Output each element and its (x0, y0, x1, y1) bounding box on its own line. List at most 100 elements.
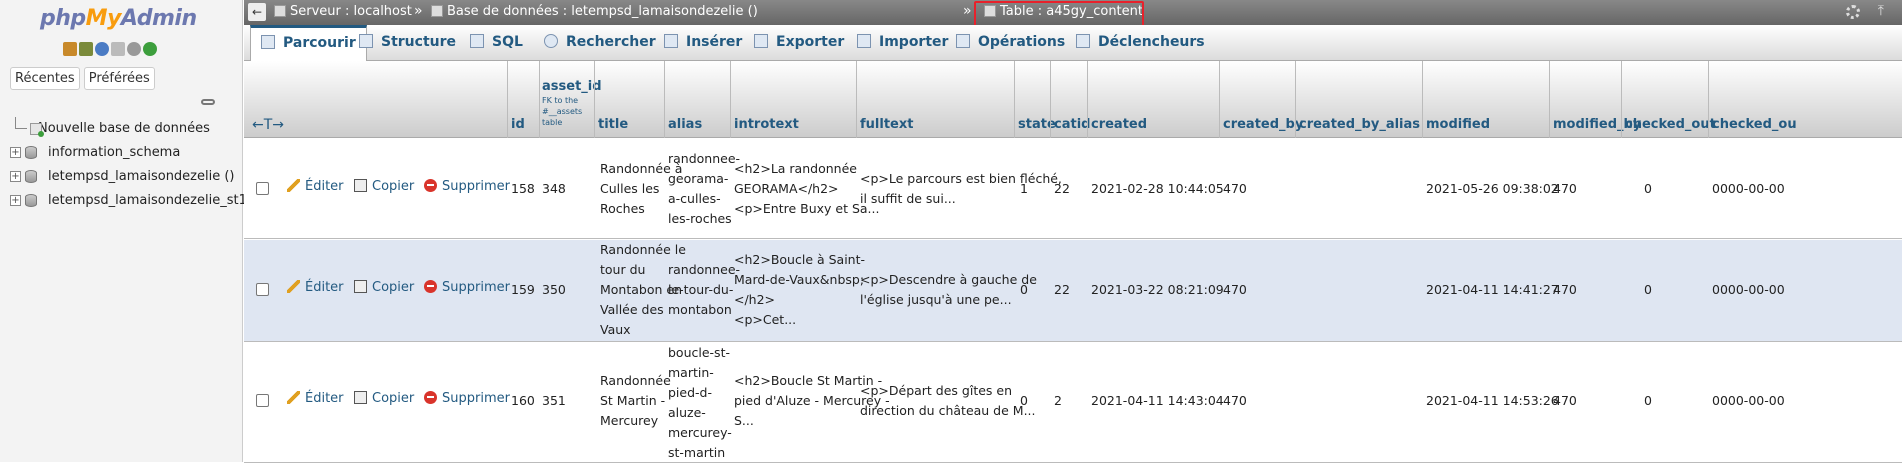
cell-created[interactable]: 2021-03-22 08:21:09 (1091, 280, 1224, 300)
row-checkbox[interactable] (256, 283, 269, 296)
reload-icon[interactable] (143, 42, 157, 56)
cell-checked-out-time[interactable]: 0000-00-00 (1712, 280, 1785, 300)
cell-id[interactable]: 158 (511, 179, 535, 199)
copy-button[interactable]: Copier (354, 280, 414, 295)
cell-checked-out[interactable]: 0 (1644, 179, 1652, 199)
delete-button[interactable]: Supprimer (424, 179, 510, 194)
cell-modified[interactable]: 2021-04-11 14:53:26 (1426, 391, 1559, 411)
cell-catid[interactable]: 2 (1054, 391, 1062, 411)
column-header-checked-out[interactable]: checked_out (1625, 117, 1716, 132)
cell-state[interactable]: 1 (1020, 179, 1028, 199)
column-header-created-by[interactable]: created_by (1223, 117, 1303, 132)
column-header-title[interactable]: title (598, 117, 628, 132)
settings-icon[interactable] (127, 42, 141, 56)
cell-fulltext[interactable]: <p>Départ des gîtes en direction du chât… (860, 381, 1036, 421)
edit-button[interactable]: Éditer (287, 391, 344, 406)
tree-item-letempsd-st1[interactable]: + letempsd_lamaisondezelie_st1 () (10, 189, 261, 213)
tab-search[interactable]: Rechercher (544, 25, 656, 61)
cell-modified-by[interactable]: 470 (1553, 280, 1577, 300)
cell-modified-by[interactable]: 470 (1553, 179, 1577, 199)
tree-item-information-schema[interactable]: + information_schema (10, 141, 261, 165)
row-checkbox[interactable] (256, 394, 269, 407)
cell-state[interactable]: 0 (1020, 391, 1028, 411)
cell-created-by[interactable]: 470 (1223, 179, 1247, 199)
link-icon[interactable] (201, 99, 215, 105)
cell-checked-out[interactable]: 0 (1644, 280, 1652, 300)
delete-button[interactable]: Supprimer (424, 391, 510, 406)
copy-button[interactable]: Copier (354, 391, 414, 406)
cell-checked-out[interactable]: 0 (1644, 391, 1652, 411)
expand-icon[interactable]: + (10, 171, 21, 182)
cell-alias[interactable]: boucle-st- martin- pied-d- aluze- mercur… (668, 343, 732, 463)
cell-modified[interactable]: 2021-05-26 09:38:02 (1426, 179, 1559, 199)
breadcrumb-database[interactable]: Base de données : letempsd_lamaisondezel… (431, 4, 758, 19)
cell-id[interactable]: 159 (511, 280, 535, 300)
tree-item-label[interactable]: information_schema (48, 145, 180, 160)
tab-export[interactable]: Exporter (754, 25, 844, 61)
column-header-id[interactable]: id (511, 117, 525, 132)
cell-created[interactable]: 2021-04-11 14:43:04 (1091, 391, 1224, 411)
collapse-icon[interactable]: ⤒ (1878, 3, 1884, 19)
cell-checked-out-time[interactable]: 0000-00-00 (1712, 179, 1785, 199)
column-header-introtext[interactable]: introtext (734, 117, 799, 132)
tab-sql[interactable]: SQL (470, 25, 523, 61)
column-header-modified[interactable]: modified (1426, 117, 1490, 132)
cell-created-by[interactable]: 470 (1223, 280, 1247, 300)
breadcrumb-server[interactable]: Serveur : localhost (274, 4, 412, 19)
cell-asset-id[interactable]: 348 (542, 179, 566, 199)
expand-icon[interactable]: + (10, 147, 21, 158)
cell-id[interactable]: 160 (511, 391, 535, 411)
edit-button[interactable]: Éditer (287, 280, 344, 295)
column-header-fulltext[interactable]: fulltext (860, 117, 913, 132)
docs-icon[interactable] (111, 42, 125, 56)
column-header-catid[interactable]: catid (1054, 117, 1090, 132)
column-header-created[interactable]: created (1091, 117, 1147, 132)
tree-item-label[interactable]: letempsd_lamaisondezelie () (48, 169, 235, 184)
tab-import[interactable]: Importer (857, 25, 948, 61)
column-header-asset-id[interactable]: asset_id (542, 79, 602, 94)
tree-item-letempsd[interactable]: + letempsd_lamaisondezelie () (10, 165, 261, 189)
cell-catid[interactable]: 22 (1054, 179, 1070, 199)
cell-modified-by[interactable]: 470 (1553, 391, 1577, 411)
delete-button[interactable]: Supprimer (424, 280, 510, 295)
cell-state[interactable]: 0 (1020, 280, 1028, 300)
tab-browse[interactable]: Parcourir (250, 25, 367, 62)
cell-fulltext[interactable]: <p>Descendre à gauche de l'église jusqu'… (860, 270, 1037, 310)
cell-title[interactable]: Randonnée St Martin - Mercurey (600, 371, 671, 431)
exit-icon[interactable] (79, 42, 93, 56)
column-header-checked-out-time[interactable]: checked_ou (1712, 117, 1797, 132)
favorite-tables-button[interactable]: Préférées (83, 67, 155, 90)
tab-structure[interactable]: Structure (359, 25, 456, 61)
phpmyadmin-logo[interactable]: phpMyAdmin (40, 6, 197, 31)
recent-tables-button[interactable]: Récentes (10, 67, 80, 90)
tab-triggers[interactable]: Déclencheurs (1076, 25, 1205, 61)
cell-checked-out-time[interactable]: 0000-00-00 (1712, 391, 1785, 411)
cell-fulltext[interactable]: <p>Le parcours est bien fléché, il suffi… (860, 169, 1062, 209)
cell-introtext[interactable]: <h2>La randonnée GEORAMA</h2> <p>Entre B… (734, 159, 879, 219)
tab-insert[interactable]: Insérer (664, 25, 742, 61)
cell-catid[interactable]: 22 (1054, 280, 1070, 300)
cell-asset-id[interactable]: 350 (542, 280, 566, 300)
help-icon[interactable] (95, 42, 109, 56)
cell-created-by[interactable]: 470 (1223, 391, 1247, 411)
tree-item-label[interactable]: Nouvelle base de données (38, 121, 210, 136)
collapse-sidebar-icon[interactable]: ← (248, 3, 266, 21)
column-header-alias[interactable]: alias (668, 117, 702, 132)
column-header-created-by-alias[interactable]: created_by_alias (1299, 117, 1420, 132)
tree-item-new-database[interactable]: Nouvelle base de données (10, 117, 261, 141)
cell-asset-id[interactable]: 351 (542, 391, 566, 411)
cell-introtext[interactable]: <h2>Boucle à Saint- Mard-de-Vaux&nbsp; <… (734, 250, 865, 330)
column-resize-arrows-icon[interactable]: ←T→ (252, 117, 284, 133)
cell-alias[interactable]: randonnee- le-tour-du- montabon (668, 260, 740, 320)
gear-icon[interactable] (1846, 5, 1860, 19)
tree-item-label[interactable]: letempsd_lamaisondezelie_st1 () (48, 193, 261, 208)
tab-operations[interactable]: Opérations (956, 25, 1065, 61)
edit-button[interactable]: Éditer (287, 179, 344, 194)
copy-button[interactable]: Copier (354, 179, 414, 194)
cell-created[interactable]: 2021-02-28 10:44:05 (1091, 179, 1224, 199)
expand-icon[interactable]: + (10, 195, 21, 206)
cell-alias[interactable]: randonnee- georama- a-culles- les-roches (668, 149, 740, 229)
cell-modified[interactable]: 2021-04-11 14:41:27 (1426, 280, 1559, 300)
home-icon[interactable] (63, 42, 77, 56)
row-checkbox[interactable] (256, 182, 269, 195)
